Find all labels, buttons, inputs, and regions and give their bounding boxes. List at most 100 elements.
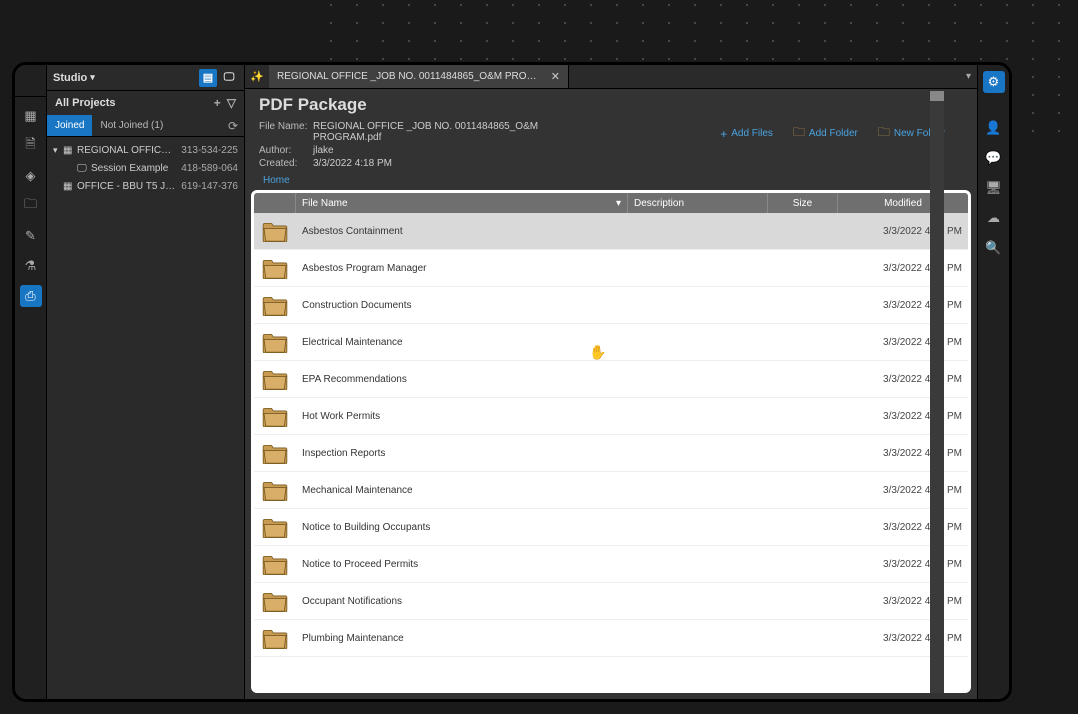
table-row[interactable]: Inspection Reports 3/3/2022 4:21 PM [254, 435, 968, 472]
folder-icon [254, 257, 296, 279]
row-name: Hot Work Permits [296, 411, 628, 422]
folder-icon: 🗀 [793, 123, 805, 144]
table-row[interactable]: EPA Recommendations3/3/2022 4:19 PM [254, 361, 968, 398]
studio-icon[interactable]: ⎙ [20, 285, 42, 307]
row-name: Notice to Proceed Permits [296, 559, 628, 570]
folder-icon [254, 331, 296, 353]
row-name: Occupant Notifications [296, 596, 628, 607]
table-row[interactable]: Occupant Notifications 3/3/2022 4:22 PM [254, 583, 968, 620]
pen-icon[interactable]: ✎ [20, 225, 42, 247]
all-projects-label: All Projects [55, 97, 116, 109]
folder-icon [254, 479, 296, 501]
row-name: Plumbing Maintenance [296, 633, 628, 644]
tree-row[interactable]: ▦OFFICE - BBU T5 Job No..619-147-376 [47, 177, 244, 195]
project-tree: ▾▦REGIONAL OFFICE TER..313-534-225🖵Sessi… [47, 137, 244, 199]
studio-label: Studio [53, 72, 87, 84]
folder-icon [254, 220, 296, 242]
layers-icon[interactable]: ◈ [20, 165, 42, 187]
created-value: 3/3/2022 4:18 PM [313, 158, 579, 169]
refresh-icon[interactable]: ⟳ [228, 119, 238, 133]
right-rail: ⚙ 👤 💬 🖥 ☁ 🔍 [977, 65, 1009, 699]
grid-icon[interactable]: ▦ [20, 105, 42, 127]
row-modified: 3/3/2022 4:20 PM [838, 633, 968, 644]
table-row[interactable]: Hot Work Permits3/3/2022 4:22 PM [254, 398, 968, 435]
add-folder-link[interactable]: 🗀Add Folder [793, 123, 858, 144]
table-row[interactable]: Asbestos Program Manager 3/3/2022 4:21 PM [254, 250, 968, 287]
package-listing: File Name▾ Description Size Modified Asb… [251, 190, 971, 693]
file-value: REGIONAL OFFICE _JOB NO. 0011484865_O&M … [313, 121, 579, 143]
scrollbar[interactable] [930, 91, 944, 693]
flask-icon[interactable]: ⚗ [20, 255, 42, 277]
gear-icon[interactable]: ⚙ [983, 71, 1005, 93]
folder-icon [254, 627, 296, 649]
row-modified: 3/3/2022 4:22 PM [838, 596, 968, 607]
row-modified: 3/3/2022 4:21 PM [838, 263, 968, 274]
author-value: jlake [313, 145, 579, 156]
filter-icon[interactable]: ▽ [227, 96, 236, 110]
row-name: Construction Documents [296, 300, 628, 311]
row-modified: 3/3/2022 4:20 PM [838, 485, 968, 496]
cloud-icon[interactable]: ☁ [983, 207, 1005, 229]
folder-icon [254, 294, 296, 316]
row-modified: 3/3/2022 4:20 PM [838, 226, 968, 237]
close-icon[interactable]: ✕ [551, 70, 560, 83]
doctab-title: REGIONAL OFFICE _JOB NO. 0011484865_O&M … [277, 71, 543, 82]
doc-icon[interactable]: 🗎 [20, 135, 42, 157]
row-modified: 3/3/2022 4:21 PM [838, 559, 968, 570]
add-icon[interactable]: + [214, 96, 221, 110]
folder-icon [254, 553, 296, 575]
tree-row[interactable]: 🖵Session Example418-589-064 [47, 159, 244, 177]
col-icon[interactable] [254, 193, 296, 213]
table-row[interactable]: Mechanical Maintenance 3/3/2022 4:20 PM [254, 472, 968, 509]
studio-dropdown[interactable]: Studio ▾ ▤ 🖵 [47, 65, 244, 91]
left-rail: ▦ 🗎 ◈ 🗀 ✎ ⚗ ⎙ [15, 65, 47, 699]
folder-icon [254, 516, 296, 538]
row-name: Electrical Maintenance [296, 337, 628, 348]
tree-row[interactable]: ▾▦REGIONAL OFFICE TER..313-534-225 [47, 141, 244, 159]
add-files-link[interactable]: +Add Files [720, 123, 773, 144]
panel-mode2-icon[interactable]: 🖵 [220, 69, 238, 87]
row-name: EPA Recommendations [296, 374, 628, 385]
row-name: Asbestos Containment [296, 226, 628, 237]
wand-icon[interactable]: ✨ [245, 70, 269, 83]
table-row[interactable]: Notice to Proceed Permits 3/3/2022 4:21 P… [254, 546, 968, 583]
row-name: Asbestos Program Manager [296, 263, 628, 274]
page-title: PDF Package [259, 95, 963, 115]
tab-chevron-icon[interactable]: ▾ [966, 71, 971, 82]
table-row[interactable]: Asbestos Containment 3/3/2022 4:20 PM [254, 213, 968, 250]
tab-not-joined[interactable]: Not Joined (1) [92, 115, 171, 136]
folder-icon [254, 368, 296, 390]
panel-mode-icon[interactable]: ▤ [199, 69, 217, 87]
col-size[interactable]: Size [768, 193, 838, 213]
device-icon[interactable]: 🖥 [983, 177, 1005, 199]
author-label: Author: [259, 145, 313, 156]
col-filename[interactable]: File Name▾ [296, 193, 628, 213]
projects-panel: Studio ▾ ▤ 🖵 All Projects + ▽ Joined Not… [47, 65, 245, 699]
row-modified: 3/3/2022 4:21 PM [838, 448, 968, 459]
col-description[interactable]: Description [628, 193, 768, 213]
file-label: File Name: [259, 121, 313, 143]
briefcase-icon[interactable]: 🗀 [20, 195, 42, 217]
col-modified[interactable]: Modified [838, 193, 968, 213]
table-row[interactable]: Electrical Maintenance 3/3/2022 4:20 PM [254, 324, 968, 361]
table-row[interactable]: Construction Documents3/3/2022 4:19 PM [254, 287, 968, 324]
app-window: ▦ 🗎 ◈ 🗀 ✎ ⚗ ⎙ Studio ▾ ▤ 🖵 All Projects … [12, 62, 1012, 702]
table-row[interactable]: Notice to Building Occupants3/3/2022 4:2… [254, 509, 968, 546]
row-modified: 3/3/2022 4:20 PM [838, 337, 968, 348]
chevron-down-icon: ▾ [90, 72, 95, 83]
breadcrumb-home[interactable]: Home [245, 173, 977, 188]
folder-icon [254, 590, 296, 612]
document-tab[interactable]: REGIONAL OFFICE _JOB NO. 0011484865_O&M … [269, 65, 569, 88]
created-label: Created: [259, 158, 313, 169]
user-icon[interactable]: 👤 [983, 117, 1005, 139]
table-row[interactable]: Plumbing Maintenance 3/3/2022 4:20 PM [254, 620, 968, 657]
tab-joined[interactable]: Joined [47, 115, 92, 136]
folder-icon [254, 442, 296, 464]
row-name: Mechanical Maintenance [296, 485, 628, 496]
row-name: Inspection Reports [296, 448, 628, 459]
row-modified: 3/3/2022 4:21 PM [838, 522, 968, 533]
search-icon[interactable]: 🔍 [983, 237, 1005, 259]
chat-icon[interactable]: 💬 [983, 147, 1005, 169]
main-area: ✨ REGIONAL OFFICE _JOB NO. 0011484865_O&… [245, 65, 977, 699]
scrollbar-thumb[interactable] [930, 91, 944, 101]
